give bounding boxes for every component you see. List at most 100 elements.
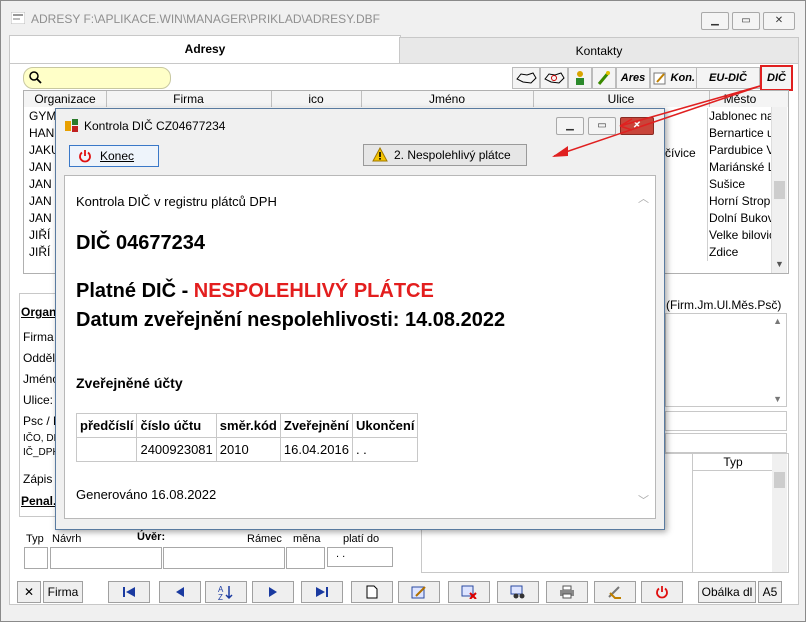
col-ukonceni: Ukončení (351, 413, 419, 438)
col-typ[interactable]: Typ (692, 454, 773, 471)
search-icon (29, 71, 42, 84)
navrh-field[interactable] (50, 547, 162, 569)
table-row[interactable]: Horní Stropn (709, 193, 773, 210)
dialog-close-button[interactable]: ✕ (620, 117, 654, 135)
table-row[interactable]: Bernartice u (709, 125, 773, 142)
col-organizace[interactable]: Organizace (24, 91, 107, 107)
kon-button[interactable]: Kon. (650, 67, 698, 89)
dic-check-dialog: Kontrola DIČ CZ04677234 ▁ ▭ ✕ Konec 2. N… (55, 108, 665, 530)
sort-button[interactable]: AZ (205, 581, 247, 603)
col-mesto[interactable]: Město (709, 91, 771, 107)
konec-button[interactable]: Konec (69, 145, 159, 167)
ares-button[interactable]: Ares (616, 67, 650, 89)
memo-field[interactable]: ▲ ▼ (665, 313, 787, 407)
mena-field[interactable] (286, 547, 325, 569)
grid-scrollbar[interactable]: ▼ (771, 107, 787, 273)
first-icon (123, 587, 135, 597)
table-row[interactable]: Pardubice V (709, 142, 773, 159)
close-x-button[interactable]: ✕ (17, 581, 41, 603)
a5-button[interactable]: A5 (758, 581, 782, 603)
dph-field[interactable] (665, 433, 787, 453)
platne-dic-line: Platné DIČ - NESPOLEHLIVÝ PLÁTCE (76, 280, 434, 303)
chevron-up-icon[interactable]: ︿ (638, 190, 649, 206)
platne-prefix: Platné DIČ - (76, 280, 194, 302)
tab-kontakty[interactable]: Kontakty (399, 37, 799, 65)
power-icon (79, 150, 91, 163)
subgrid-scrollbar[interactable] (772, 454, 787, 572)
prev-record-button[interactable] (159, 581, 201, 603)
find-record-button[interactable] (497, 581, 539, 603)
ulice-fragment: čívice (665, 146, 696, 160)
app-icon (11, 12, 25, 24)
power-button[interactable] (641, 581, 683, 603)
plati-do-field[interactable]: . . (327, 547, 393, 567)
typ-field[interactable] (24, 547, 48, 569)
maximize-button[interactable]: ▭ (732, 12, 760, 30)
person-icon[interactable] (568, 67, 592, 89)
ramec-label: Rámec (247, 533, 282, 545)
col-zverejneni: Zveřejnění (279, 413, 353, 438)
cell-cislo-uctu: 2400923081 (136, 437, 217, 462)
clean-button[interactable] (594, 581, 636, 603)
table-row[interactable]: Dolní Bukov (709, 210, 773, 227)
chevron-up-icon[interactable]: ▲ (773, 316, 782, 326)
map-cz-icon[interactable] (512, 67, 540, 89)
ic-field[interactable] (665, 411, 787, 431)
col-firma[interactable]: Firma (106, 91, 272, 107)
grid-mesto-column: Jablonec na Bernartice u Pardubice V Mar… (707, 108, 773, 261)
next-record-button[interactable] (252, 581, 294, 603)
col-ulice[interactable]: Ulice (533, 91, 710, 107)
edit-icon (411, 586, 426, 599)
cell-smer-kod: 2010 (215, 437, 281, 462)
unreliable-status: NESPOLEHLIVÝ PLÁTCE (193, 280, 434, 302)
nespolehlivy-platce-button[interactable]: 2. Nespolehlivý plátce (363, 144, 527, 166)
accounts-table: předčíslí číslo účtu směr.kód Zveřejnění… (75, 413, 419, 462)
subgrid-divider (692, 470, 693, 572)
title-bar: ADRESY F:\APLIKACE.WIN\MANAGER\PRIKLAD\A… (1, 1, 805, 35)
eu-dic-button[interactable]: EU-DIČ (696, 67, 760, 89)
credit-panel: Typ Návrh Úvěr: Rámec měna platí do . . (19, 531, 419, 571)
penal-label: Penal. (21, 494, 57, 508)
table-row[interactable]: Mariánské L (709, 159, 773, 176)
table-row[interactable]: Jablonec na (709, 108, 773, 125)
table-row[interactable]: Velke bilovic (709, 227, 773, 244)
obalka-button[interactable]: Obálka dl (698, 581, 756, 603)
scrollbar-thumb[interactable] (774, 181, 785, 199)
table-row[interactable]: Zdice (709, 244, 773, 261)
new-record-button[interactable] (351, 581, 393, 603)
chevron-down-icon[interactable]: ▼ (773, 394, 782, 404)
map-search-icon[interactable] (540, 67, 568, 89)
window-title: ADRESY F:\APLIKACE.WIN\MANAGER\PRIKLAD\A… (31, 12, 380, 26)
first-record-button[interactable] (108, 581, 150, 603)
table-row[interactable]: Sušice (709, 176, 773, 193)
search-hint: (Firm.Jm.Ul.Měs.Psč) (666, 298, 782, 312)
ramec-field[interactable] (163, 547, 285, 569)
col-ico[interactable]: ico (271, 91, 362, 107)
dialog-title: Kontrola DIČ CZ04677234 (84, 119, 226, 133)
table-row: 2400923081 2010 16.04.2016 . . (75, 437, 419, 462)
minimize-button[interactable]: ▁ (701, 12, 729, 30)
delete-icon (461, 585, 477, 600)
cell-zverejneni: 16.04.2016 (279, 437, 353, 462)
tab-adresy[interactable]: Adresy (9, 35, 401, 64)
col-jmeno[interactable]: Jméno (361, 91, 534, 107)
typ-label: Typ (26, 533, 44, 545)
eraser-icon (608, 586, 621, 599)
firma-button[interactable]: Firma (43, 581, 83, 603)
delete-record-button[interactable] (448, 581, 490, 603)
close-button[interactable]: ✕ (763, 12, 795, 30)
dialog-minimize-button[interactable]: ▁ (556, 117, 584, 135)
edit-record-button[interactable] (398, 581, 440, 603)
print-button[interactable] (546, 581, 588, 603)
last-record-button[interactable] (301, 581, 343, 603)
cell-predcisli (75, 437, 138, 462)
scrollbar-thumb[interactable] (774, 472, 785, 488)
tools-icon[interactable] (592, 67, 616, 89)
col-predcisli: předčíslí (75, 413, 138, 438)
dialog-maximize-button[interactable]: ▭ (588, 117, 616, 135)
dic-button[interactable]: DIČ (760, 65, 793, 91)
next-icon (269, 587, 277, 597)
chevron-down-icon[interactable]: ﹀ (638, 492, 649, 508)
search-input[interactable] (23, 67, 171, 89)
chevron-down-icon[interactable]: ▼ (775, 259, 784, 269)
